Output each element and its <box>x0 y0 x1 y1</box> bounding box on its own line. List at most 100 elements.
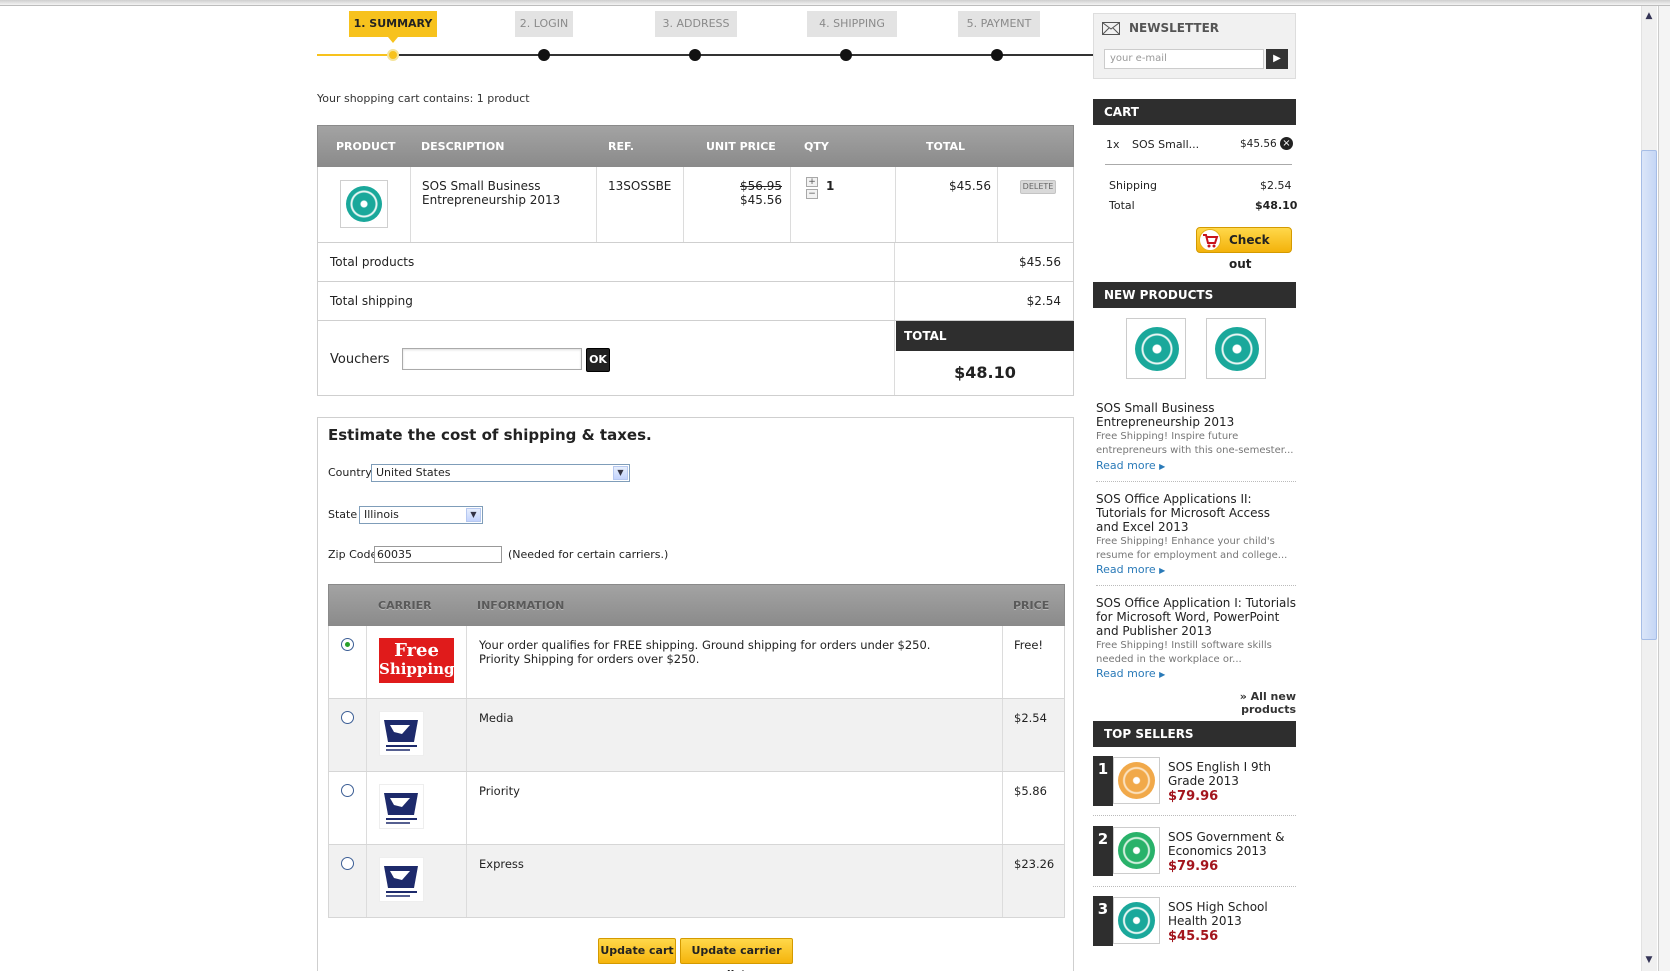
update-carrier-list-button[interactable]: Update carrier list <box>680 938 793 971</box>
carrier-row-free[interactable]: Free Shipping Your order qualifies for F… <box>328 626 1065 699</box>
col-divider <box>466 772 467 844</box>
new-product-desc: Free Shipping! Instill software skills n… <box>1096 640 1272 665</box>
top-seller-thumb[interactable] <box>1113 757 1160 804</box>
top-seller-item[interactable]: 3 SOS High School Health 2013 $45.56 <box>1093 896 1296 946</box>
free-logo-line1: Free <box>394 640 439 661</box>
col-carrier: CARRIER <box>378 599 432 612</box>
delete-button[interactable]: DELETE <box>1020 180 1056 194</box>
total-products-label: Total products <box>330 255 415 269</box>
new-product-thumb[interactable] <box>1126 318 1186 379</box>
newsletter-email-input[interactable]: your e-mail <box>1104 49 1264 69</box>
top-seller-title[interactable]: SOS Government & Economics 2013 <box>1168 830 1293 858</box>
col-qty: QTY <box>804 140 829 153</box>
zip-input[interactable]: 60035 <box>374 546 502 563</box>
state-select[interactable]: Illinois ▼ <box>359 506 483 524</box>
step-dot-login <box>538 49 550 61</box>
step-payment[interactable]: 5. PAYMENT <box>958 11 1040 37</box>
divider <box>1093 886 1296 887</box>
progress-line-done <box>317 54 393 56</box>
product-disc-image <box>1135 327 1179 371</box>
carrier-radio-priority[interactable] <box>341 784 354 797</box>
item-description-line1[interactable]: SOS Small Business <box>422 179 541 193</box>
item-description-line2[interactable]: Entrepreneurship 2013 <box>422 193 560 207</box>
step-shipping[interactable]: 4. SHIPPING <box>807 11 897 37</box>
vouchers-label: Vouchers <box>330 352 390 367</box>
read-more-link[interactable]: Read more ▶ <box>1096 459 1165 472</box>
read-more-link[interactable]: Read more ▶ <box>1096 667 1165 680</box>
country-select[interactable]: United States ▼ <box>371 464 630 482</box>
usps-logo-icon <box>379 784 424 829</box>
top-seller-rank: 1 <box>1093 756 1113 806</box>
col-divider <box>1002 845 1003 917</box>
carrier-radio-express[interactable] <box>341 857 354 870</box>
top-seller-title[interactable]: SOS High School Health 2013 <box>1168 900 1293 928</box>
carrier-radio-media[interactable] <box>341 711 354 724</box>
mini-cart-item-name[interactable]: SOS Small... <box>1132 138 1199 151</box>
new-product-title[interactable]: SOS Office Applications II: Tutorials fo… <box>1096 492 1296 534</box>
col-divider <box>790 167 791 242</box>
new-product-thumb[interactable] <box>1206 318 1266 379</box>
cart-block-title: CART <box>1093 99 1296 125</box>
new-product-title[interactable]: SOS Office Application I: Tutorials for … <box>1096 596 1296 638</box>
new-product-desc: Free Shipping! Inspire future entreprene… <box>1096 431 1294 456</box>
newsletter-submit-button[interactable]: ▶ <box>1266 49 1288 69</box>
zip-label: Zip Code <box>328 548 378 561</box>
col-divider <box>366 845 367 917</box>
new-product-title[interactable]: SOS Small Business Entrepreneurship 2013 <box>1096 401 1296 429</box>
col-divider <box>366 699 367 771</box>
step-address[interactable]: 3. ADDRESS <box>655 11 737 37</box>
top-seller-price: $45.56 <box>1168 929 1219 944</box>
col-divider <box>895 167 896 242</box>
divider <box>1096 481 1296 482</box>
product-disc-image <box>1118 832 1155 869</box>
free-shipping-logo: Free Shipping <box>379 638 455 683</box>
voucher-ok-button[interactable]: OK <box>586 348 610 372</box>
top-seller-item[interactable]: 2 SOS Government & Economics 2013 $79.96 <box>1093 826 1296 876</box>
step-dot-address <box>689 49 701 61</box>
usps-logo-icon <box>379 857 424 902</box>
top-seller-item[interactable]: 1 SOS English I 9th Grade 2013 $79.96 <box>1093 756 1296 806</box>
step-summary[interactable]: 1. SUMMARY <box>349 11 437 43</box>
carrier-row-express[interactable]: Express $23.26 <box>328 845 1065 918</box>
product-thumbnail[interactable] <box>340 180 388 228</box>
country-value: United States <box>376 466 451 479</box>
grand-total-value: $48.10 <box>954 363 1016 382</box>
top-seller-title[interactable]: SOS English I 9th Grade 2013 <box>1168 760 1293 788</box>
arrow-right-icon: ▶ <box>1159 566 1166 575</box>
total-shipping-row: Total shipping $2.54 <box>317 282 1074 321</box>
step-login[interactable]: 2. LOGIN <box>515 11 573 37</box>
state-value: Illinois <box>364 508 399 521</box>
scroll-up-icon[interactable]: ▲ <box>1641 8 1657 24</box>
col-total: TOTAL <box>926 140 966 153</box>
carrier-row-priority[interactable]: Priority $5.86 <box>328 772 1065 845</box>
product-disc-image <box>1215 327 1259 371</box>
voucher-input[interactable] <box>402 348 582 370</box>
carrier-row-media[interactable]: Media $2.54 <box>328 699 1065 772</box>
col-divider <box>1002 699 1003 771</box>
grand-total-header: TOTAL <box>896 321 1074 351</box>
carrier-info-media: Media <box>479 711 514 725</box>
divider <box>1096 585 1296 586</box>
checkout-button[interactable]: Check out <box>1196 227 1292 271</box>
checkout-label: Check out <box>1229 233 1270 271</box>
qty-decrease-button[interactable]: − <box>806 189 818 199</box>
qty-increase-button[interactable]: + <box>806 177 818 187</box>
total-products-row: Total products $45.56 <box>317 243 1074 282</box>
top-seller-thumb[interactable] <box>1113 827 1160 874</box>
scroll-down-icon[interactable]: ▼ <box>1641 952 1657 968</box>
update-cart-button[interactable]: Update cart <box>598 938 676 964</box>
read-more-link[interactable]: Read more ▶ <box>1096 563 1165 576</box>
carrier-table-header: CARRIER INFORMATION PRICE <box>328 584 1065 626</box>
arrow-right-icon: ▶ <box>1159 462 1166 471</box>
item-qty[interactable]: 1 <box>826 179 834 193</box>
shipping-estimate-panel: Estimate the cost of shipping & taxes. C… <box>317 417 1074 971</box>
top-seller-thumb[interactable] <box>1113 897 1160 944</box>
col-divider <box>894 321 895 395</box>
new-product-desc: Free Shipping! Enhance your child's resu… <box>1096 536 1288 561</box>
remove-item-icon[interactable]: × <box>1280 137 1293 150</box>
carrier-radio-free[interactable] <box>341 638 354 651</box>
cart-table-header: PRODUCT DESCRIPTION REF. UNIT PRICE QTY … <box>317 125 1074 167</box>
scrollbar-thumb[interactable] <box>1641 150 1657 640</box>
all-new-products-link[interactable]: » All new products <box>1186 690 1296 716</box>
total-shipping-label: Total shipping <box>330 294 413 308</box>
